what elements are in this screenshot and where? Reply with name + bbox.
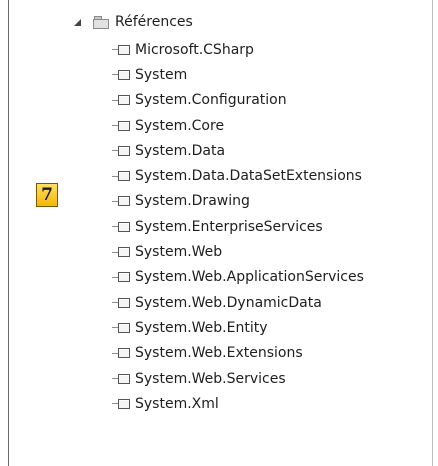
assembly-reference-icon <box>112 196 130 207</box>
reference-item[interactable]: System.Xml <box>112 391 364 416</box>
assembly-reference-icon <box>112 145 130 156</box>
reference-item[interactable]: System.Web.Extensions <box>112 341 364 366</box>
reference-label: System.Web.Services <box>135 370 286 387</box>
reference-label: System.Web.Entity <box>135 319 268 336</box>
reference-item[interactable]: Microsoft.CSharp <box>112 37 364 62</box>
assembly-reference-icon <box>112 322 130 333</box>
reference-label: System.Xml <box>135 395 219 412</box>
reference-item[interactable]: System.Core <box>112 113 364 138</box>
reference-item[interactable]: System.Web.ApplicationServices <box>112 265 364 290</box>
solution-explorer-tree: Références Microsoft.CSharp System Syste… <box>0 0 432 466</box>
reference-label: System.Configuration <box>135 92 287 109</box>
reference-item[interactable]: System.EnterpriseServices <box>112 214 364 239</box>
assembly-reference-icon <box>112 398 130 409</box>
assembly-reference-icon <box>112 120 130 131</box>
reference-label: System.Web.DynamicData <box>135 294 322 311</box>
assembly-reference-icon <box>112 95 130 106</box>
right-border <box>432 0 433 466</box>
reference-label: Microsoft.CSharp <box>135 41 254 58</box>
reference-label: System.Data.DataSetExtensions <box>135 168 362 185</box>
reference-item[interactable]: System <box>112 62 364 87</box>
reference-label: System.Drawing <box>135 193 250 210</box>
reference-item[interactable]: System.Web.Entity <box>112 315 364 340</box>
reference-label: System.Data <box>135 142 226 159</box>
reference-item[interactable]: System.Web <box>112 239 364 264</box>
assembly-reference-icon <box>112 44 130 55</box>
reference-label: System.Web.ApplicationServices <box>135 269 364 286</box>
references-label: Références <box>115 14 193 30</box>
assembly-reference-icon <box>112 348 130 359</box>
reference-item[interactable]: System.Drawing <box>112 189 364 214</box>
reference-item[interactable]: System.Data.DataSetExtensions <box>112 163 364 188</box>
reference-label: System.Core <box>135 117 225 134</box>
reference-item[interactable]: System.Data <box>112 138 364 163</box>
expand-arrow-icon[interactable] <box>74 18 81 26</box>
references-list: Microsoft.CSharp System System.Configura… <box>112 37 364 416</box>
reference-label: System.EnterpriseServices <box>135 218 323 235</box>
assembly-reference-icon <box>112 171 130 182</box>
reference-label: System.Web <box>135 244 223 261</box>
assembly-reference-icon <box>112 221 130 232</box>
reference-item[interactable]: System.Web.Services <box>112 366 364 391</box>
tree-node-references[interactable]: Références <box>74 12 193 32</box>
reference-label: System.Web.Extensions <box>135 345 303 362</box>
reference-label: System <box>135 66 188 83</box>
assembly-reference-icon <box>112 247 130 258</box>
assembly-reference-icon <box>112 373 130 384</box>
assembly-reference-icon <box>112 297 130 308</box>
assembly-reference-icon <box>112 272 130 283</box>
reference-item[interactable]: System.Web.DynamicData <box>112 290 364 315</box>
reference-item[interactable]: System.Configuration <box>112 88 364 113</box>
folder-icon <box>93 16 109 29</box>
assembly-reference-icon <box>112 69 130 80</box>
